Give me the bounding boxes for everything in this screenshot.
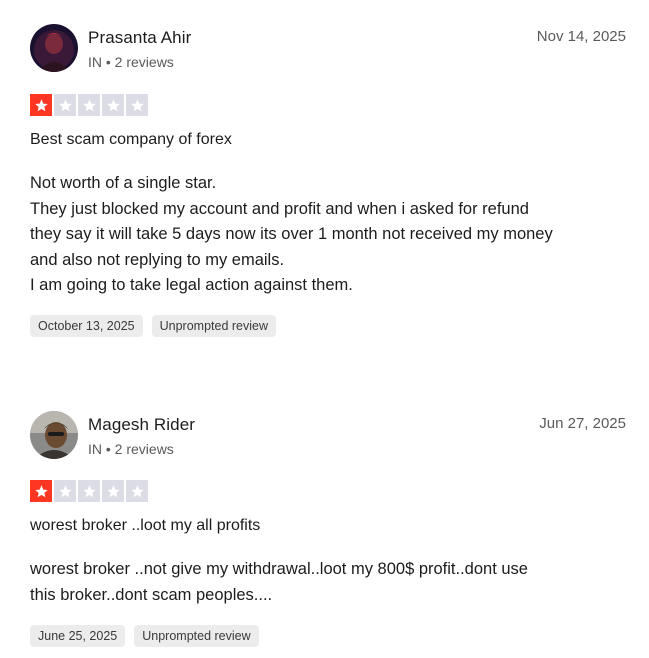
review-date: Nov 14, 2025 (536, 28, 626, 45)
review-tags: October 13, 2025 Unprompted review (30, 315, 276, 337)
review-tags: June 25, 2025 Unprompted review (30, 625, 259, 647)
review-title[interactable]: worest broker ..loot my all profits (30, 517, 260, 535)
unprompted-review-badge[interactable]: Unprompted review (151, 315, 276, 337)
review-body-line: this broker..dont scam peoples.... (30, 585, 273, 604)
experience-date-badge: October 13, 2025 (30, 315, 143, 337)
star-rating (30, 94, 148, 116)
review-card: Prasanta Ahir IN • 2 reviews Nov 14, 202… (30, 24, 626, 337)
review-body-line: Not worth of a single star. (30, 174, 217, 192)
review-date: Jun 27, 2025 (539, 415, 626, 432)
reviewer-name[interactable]: Magesh Rider (88, 415, 195, 435)
star-icon (102, 94, 124, 116)
reviewer-meta: IN • 2 reviews (88, 54, 174, 70)
review-body-line: they say it will take 5 days now its ove… (30, 225, 553, 243)
review-title[interactable]: Best scam company of forex (30, 131, 232, 149)
review-body: Not worth of a single star. They just bl… (30, 171, 630, 299)
star-icon (54, 480, 76, 502)
reviewer-name[interactable]: Prasanta Ahir (88, 28, 191, 48)
review-header: Magesh Rider IN • 2 reviews Jun 27, 2025 (30, 411, 626, 463)
star-rating (30, 480, 148, 502)
reviewer-meta: IN • 2 reviews (88, 441, 174, 457)
experience-date-badge: June 25, 2025 (30, 625, 126, 647)
review-body-line: They just blocked my account and profit … (30, 199, 529, 218)
review-body-line: I am going to take legal action against … (30, 276, 353, 294)
review-card: Magesh Rider IN • 2 reviews Jun 27, 2025… (30, 411, 626, 647)
star-icon (54, 94, 76, 116)
review-body-line: worest broker ..not give my withdrawal..… (30, 560, 528, 578)
star-icon (78, 480, 100, 502)
avatar[interactable] (30, 24, 78, 72)
star-icon (126, 94, 148, 116)
star-icon (126, 480, 148, 502)
review-body-line: and also not replying to my emails. (30, 250, 285, 269)
star-icon (30, 94, 52, 116)
star-icon (30, 480, 52, 502)
review-header: Prasanta Ahir IN • 2 reviews Nov 14, 202… (30, 24, 626, 76)
unprompted-review-badge[interactable]: Unprompted review (134, 625, 259, 647)
star-icon (78, 94, 100, 116)
avatar[interactable] (30, 411, 78, 459)
star-icon (102, 480, 124, 502)
review-body: worest broker ..not give my withdrawal..… (30, 557, 630, 608)
